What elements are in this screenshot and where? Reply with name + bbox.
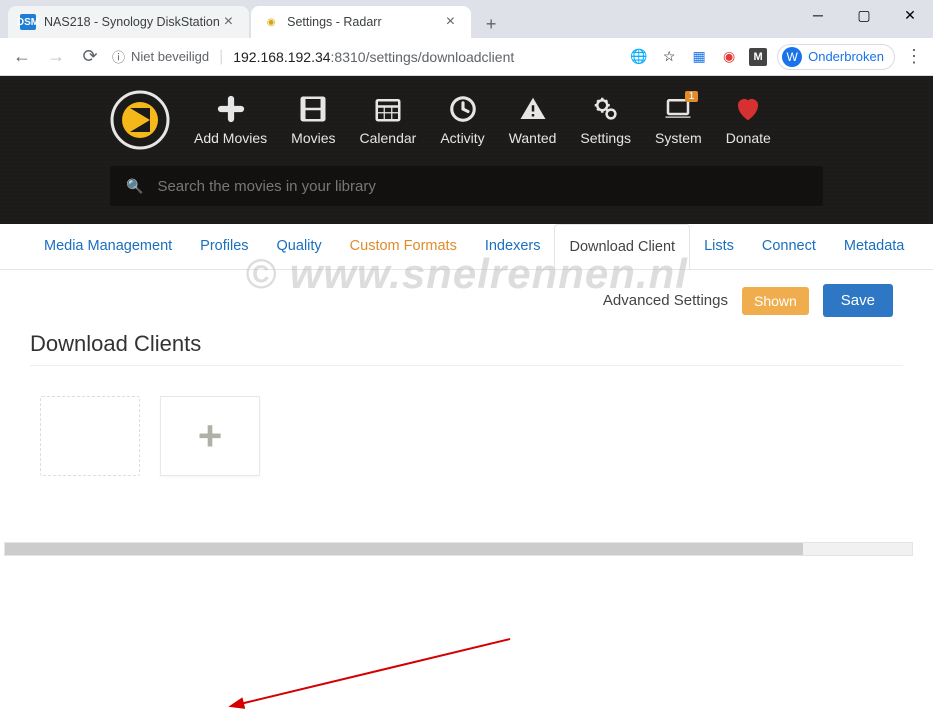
nav-label: Activity (440, 130, 484, 146)
nav-settings[interactable]: Settings (580, 94, 631, 146)
nav-movies[interactable]: Movies (291, 94, 335, 146)
tab-quality[interactable]: Quality (263, 224, 336, 269)
film-icon (298, 94, 328, 124)
nav-label: System (655, 130, 702, 146)
app-header: Add Movies Movies Calendar Activity Want… (0, 76, 933, 224)
window-minimize-button[interactable]: ─ (795, 0, 841, 30)
search-input[interactable] (157, 178, 807, 195)
address-bar[interactable]: 192.168.192.34:8310/settings/downloadcli… (233, 49, 514, 65)
nav-label: Add Movies (194, 130, 267, 146)
main-content: Media Management Profiles Quality Custom… (0, 224, 933, 506)
tab-metadata[interactable]: Metadata (830, 224, 918, 269)
tab-profiles[interactable]: Profiles (186, 224, 262, 269)
nav-label: Donate (726, 130, 771, 146)
nav-wanted[interactable]: Wanted (509, 94, 557, 146)
warning-icon (518, 94, 548, 124)
browser-tab-synology[interactable]: DSM NAS218 - Synology DiskStation × (8, 6, 249, 38)
tab-title: Settings - Radarr (287, 15, 381, 29)
new-tab-button[interactable]: + (477, 10, 505, 38)
nav-add-movies[interactable]: Add Movies (194, 94, 267, 146)
browser-menu-button[interactable]: ⋮ (905, 46, 923, 67)
annotation-arrow (210, 634, 530, 724)
tab-indexers[interactable]: Indexers (471, 224, 555, 269)
add-download-client-button[interactable]: + (160, 396, 260, 476)
nav-activity[interactable]: Activity (440, 94, 484, 146)
translate-icon[interactable]: 🌐 (629, 47, 649, 67)
nav-label: Wanted (509, 130, 557, 146)
window-maximize-button[interactable]: ▢ (841, 0, 887, 30)
browser-toolbar: ← → ⟳ ⓘ Niet beveiligd | 192.168.192.34:… (0, 38, 933, 76)
browser-tab-bar: DSM NAS218 - Synology DiskStation × ◉ Se… (0, 0, 933, 38)
tab-connect[interactable]: Connect (748, 224, 830, 269)
section-title: Download Clients (30, 331, 903, 357)
bookmark-icon[interactable]: ☆ (659, 47, 679, 67)
tab-lists[interactable]: Lists (690, 224, 748, 269)
tab-download-client[interactable]: Download Client (554, 224, 690, 270)
nav-system[interactable]: 1 System (655, 94, 702, 146)
tab-custom-formats[interactable]: Custom Formats (336, 224, 471, 269)
nav-label: Settings (580, 130, 631, 146)
search-bar[interactable]: 🔍 (110, 166, 823, 206)
url-path: /settings/downloadclient (366, 49, 515, 65)
window-close-button[interactable]: ✕ (887, 0, 933, 30)
profile-label: Onderbroken (808, 49, 884, 64)
download-client-placeholder-card (40, 396, 140, 476)
radarr-logo (110, 90, 170, 150)
back-button[interactable]: ← (10, 45, 34, 69)
plus-icon (216, 94, 246, 124)
search-icon: 🔍 (126, 178, 143, 195)
extension-adblock-icon[interactable]: ◉ (719, 47, 739, 67)
save-button[interactable]: Save (823, 284, 893, 317)
forward-button[interactable]: → (44, 45, 68, 69)
nav-label: Movies (291, 130, 335, 146)
horizontal-scrollbar[interactable] (4, 542, 913, 556)
close-icon[interactable]: × (442, 13, 459, 31)
browser-tab-radarr[interactable]: ◉ Settings - Radarr × (251, 6, 471, 38)
calendar-icon (373, 94, 403, 124)
advanced-settings-label: Advanced Settings (603, 292, 728, 309)
info-icon: ⓘ (112, 47, 125, 66)
heart-icon (733, 94, 763, 124)
radarr-favicon-icon: ◉ (263, 14, 279, 30)
plus-icon: + (198, 412, 223, 460)
tab-media-management[interactable]: Media Management (30, 224, 186, 269)
tab-title: NAS218 - Synology DiskStation (44, 15, 220, 29)
url-host: 192.168.192.34 (233, 49, 330, 65)
extension-gmail-icon[interactable]: M (749, 48, 767, 66)
clock-icon (448, 94, 478, 124)
security-text: Niet beveiligd (131, 49, 209, 64)
nav-calendar[interactable]: Calendar (360, 94, 417, 146)
settings-sub-tabs: Media Management Profiles Quality Custom… (0, 224, 933, 270)
scrollbar-thumb[interactable] (5, 543, 803, 555)
url-port: :8310 (331, 49, 366, 65)
profile-chip[interactable]: W Onderbroken (777, 44, 895, 70)
nav-donate[interactable]: Donate (726, 94, 771, 146)
tab-general[interactable]: Gen (918, 224, 933, 269)
avatar: W (782, 47, 802, 67)
close-icon[interactable]: × (220, 13, 237, 31)
notification-badge: 1 (685, 91, 699, 102)
advanced-settings-toggle[interactable]: Shown (742, 287, 809, 315)
nav-label: Calendar (360, 130, 417, 146)
reload-button[interactable]: ⟳ (78, 45, 102, 69)
site-security-indicator[interactable]: ⓘ Niet beveiligd (112, 47, 209, 66)
extension-icon[interactable]: ▦ (689, 47, 709, 67)
dsm-favicon-icon: DSM (20, 14, 36, 30)
gears-icon (591, 94, 621, 124)
